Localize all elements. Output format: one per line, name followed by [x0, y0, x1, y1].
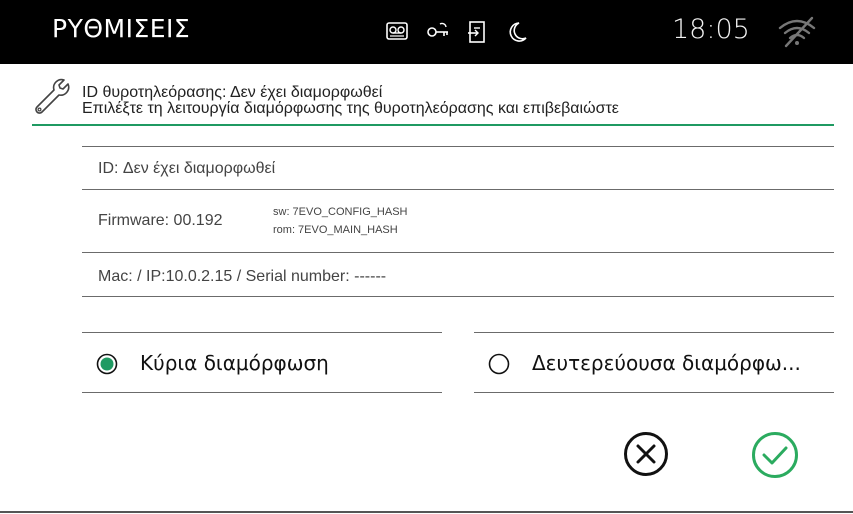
- radio-selected-icon[interactable]: [96, 353, 118, 380]
- wrench-icon: [32, 78, 72, 123]
- primary-config-option[interactable]: Κύρια διαμόρφωση: [82, 340, 442, 390]
- rom-hash: rom: 7EVO_MAIN_HASH: [273, 224, 398, 236]
- radio-unselected-icon[interactable]: [488, 353, 510, 380]
- moon-icon: [506, 20, 528, 44]
- firmware-version: Firmware: 00.192: [98, 212, 223, 229]
- sw-hash: sw: 7EVO_CONFIG_HASH: [273, 206, 408, 218]
- cancel-circle-icon: [624, 432, 668, 476]
- divider: [82, 332, 442, 333]
- secondary-config-label: Δευτερεύουσα διαμόρφω...: [532, 351, 801, 375]
- network-info: Mac: / IP:10.0.2.15 / Serial number: ---…: [98, 268, 387, 285]
- key-icon: [426, 20, 448, 44]
- divider: [82, 252, 834, 253]
- header-divider: [32, 124, 834, 126]
- instruction-text: Επιλέξτε τη λειτουργία διαμόρφωσης της θ…: [82, 100, 619, 117]
- confirm-check-icon: [752, 432, 798, 478]
- divider: [82, 296, 834, 297]
- secondary-config-option[interactable]: Δευτερεύουσα διαμόρφω...: [474, 340, 834, 390]
- door-exit-icon: [466, 20, 488, 44]
- divider: [82, 146, 834, 147]
- id-info: ID: Δεν έχει διαμορφωθεί: [98, 160, 276, 177]
- primary-config-label: Κύρια διαμόρφωση: [140, 351, 329, 375]
- divider: [82, 189, 834, 190]
- voicemail-icon: [386, 20, 408, 44]
- divider: [474, 392, 834, 393]
- divider: [474, 332, 834, 333]
- confirm-button[interactable]: [750, 430, 800, 480]
- cancel-button[interactable]: [622, 430, 670, 478]
- clock: 18:05: [672, 14, 750, 45]
- page-title: ΡΥΘΜΙΣΕΙΣ: [52, 14, 191, 43]
- wifi-off-icon: [776, 16, 818, 53]
- top-bar: ΡΥΘΜΙΣΕΙΣ 18:05: [0, 0, 853, 64]
- bottom-divider: [0, 511, 853, 513]
- divider: [82, 392, 442, 393]
- status-icons: [386, 20, 528, 44]
